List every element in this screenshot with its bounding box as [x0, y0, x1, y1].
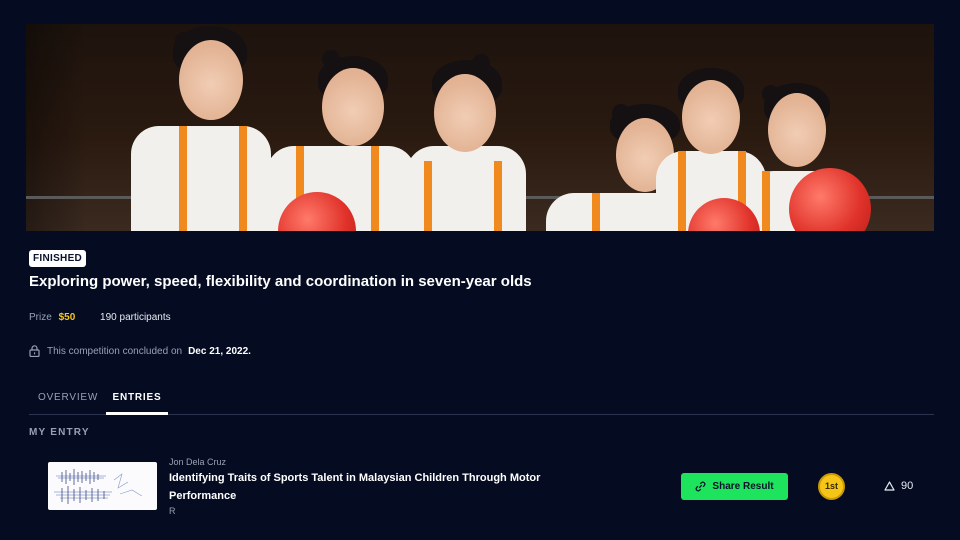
status-badge: FINISHED: [29, 250, 87, 267]
entry-author: Jon Dela Cruz: [169, 457, 227, 467]
participants-count: 190 participants: [100, 312, 171, 323]
lock-icon: [29, 345, 40, 357]
vote-count-value: 90: [901, 480, 914, 492]
share-result-button[interactable]: Share Result: [681, 473, 788, 500]
child-figure: [131, 24, 271, 231]
entry-language-tag: R: [169, 506, 176, 516]
tab-entries[interactable]: ENTRIES: [106, 387, 168, 415]
share-result-label: Share Result: [712, 481, 774, 492]
concluded-date: Dec 21, 2022.: [188, 345, 251, 357]
entry-title-link[interactable]: Identifying Traits of Sports Talent in M…: [169, 469, 609, 505]
triangle-up-icon[interactable]: [884, 481, 895, 491]
link-icon: [695, 481, 706, 492]
entry-thumbnail[interactable]: [48, 462, 157, 510]
waveform-thumbnail-image: [54, 469, 143, 504]
prize-info: Prize $50 190 participants: [29, 312, 171, 323]
concluded-notice: This competition concluded on Dec 21, 20…: [29, 345, 251, 357]
child-figure: [406, 54, 526, 231]
page-title: Exploring power, speed, flexibility and …: [29, 273, 532, 290]
tab-bar: OVERVIEW ENTRIES: [29, 387, 934, 415]
prize-value: $50: [58, 312, 76, 323]
curtain-shadow: [26, 24, 86, 231]
hero-banner-image: [26, 24, 934, 231]
vote-count[interactable]: 90: [884, 480, 913, 492]
tab-overview[interactable]: OVERVIEW: [38, 387, 98, 415]
concluded-text: This competition concluded on: [47, 345, 183, 357]
prize-label: Prize: [29, 312, 52, 323]
my-entry-heading: MY ENTRY: [29, 427, 90, 438]
rank-medal-badge: 1st: [818, 473, 845, 500]
